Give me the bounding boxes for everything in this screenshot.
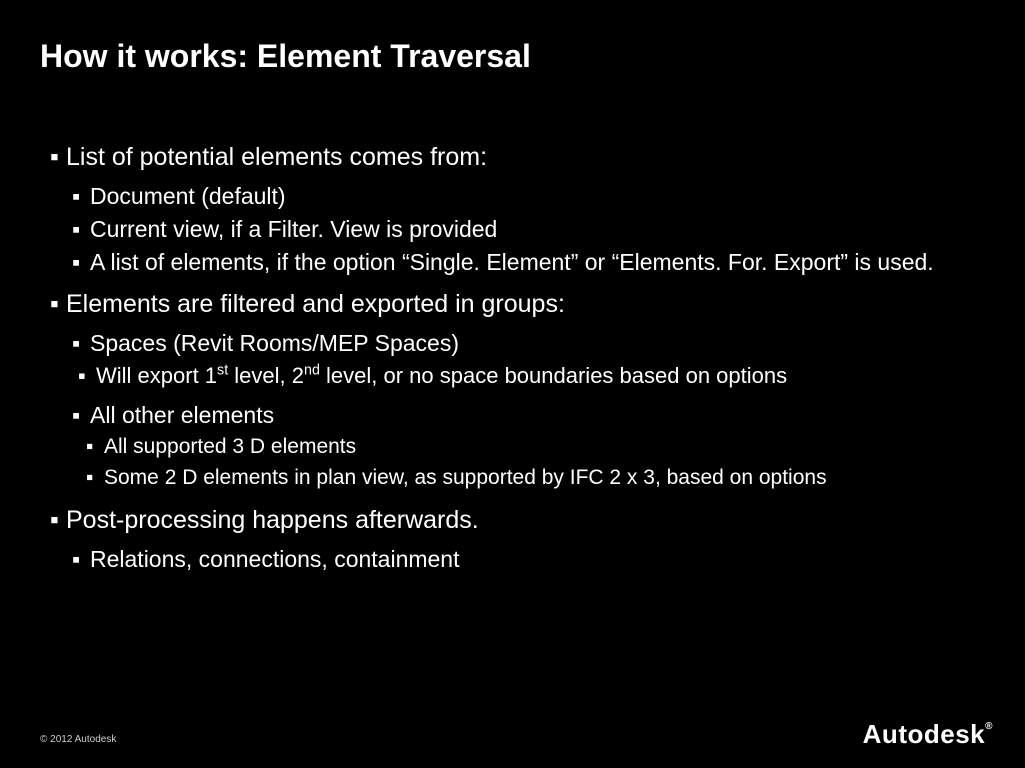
bullet-icon: ▪ (50, 433, 104, 461)
bullet-text: A list of elements, if the option “Singl… (90, 247, 985, 278)
bullet-l3: ▪ Will export 1st level, 2nd level, or n… (50, 361, 985, 391)
bullet-text: Relations, connections, containment (90, 544, 985, 575)
bullet-icon: ▪ (50, 464, 104, 492)
bullet-icon: ▪ (50, 181, 90, 212)
slide: How it works: Element Traversal ▪ List o… (0, 0, 1025, 768)
slide-title: How it works: Element Traversal (40, 38, 985, 75)
bullet-icon: ▪ (50, 361, 96, 391)
bullet-l2: ▪ All other elements (50, 400, 985, 431)
bullet-l1: ▪ List of potential elements comes from: (50, 141, 985, 175)
bullet-text: List of potential elements comes from: (66, 141, 985, 175)
bullet-text: All supported 3 D elements (104, 433, 985, 461)
copyright-footer: © 2012 Autodesk (40, 734, 116, 745)
bullet-text: Will export 1st level, 2nd level, or no … (96, 361, 985, 391)
bullet-l2: ▪ Document (default) (50, 181, 985, 212)
bullet-text: Post-processing happens afterwards. (66, 504, 985, 538)
slide-content: ▪ List of potential elements comes from:… (40, 141, 985, 575)
bullet-icon: ▪ (50, 214, 90, 245)
bullet-icon: ▪ (50, 504, 66, 538)
bullet-l2: ▪ A list of elements, if the option “Sin… (50, 247, 985, 278)
bullet-text: Current view, if a Filter. View is provi… (90, 214, 985, 245)
bullet-icon: ▪ (50, 288, 66, 322)
bullet-text: Spaces (Revit Rooms/MEP Spaces) (90, 328, 985, 359)
bullet-l2: ▪ Spaces (Revit Rooms/MEP Spaces) (50, 328, 985, 359)
bullet-icon: ▪ (50, 141, 66, 175)
bullet-icon: ▪ (50, 544, 90, 575)
bullet-l4: ▪ Some 2 D elements in plan view, as sup… (50, 464, 985, 492)
bullet-icon: ▪ (50, 247, 90, 278)
bullet-l2: ▪ Relations, connections, containment (50, 544, 985, 575)
bullet-text: All other elements (90, 400, 985, 431)
bullet-l1: ▪ Post-processing happens afterwards. (50, 504, 985, 538)
bullet-l1: ▪ Elements are filtered and exported in … (50, 288, 985, 322)
autodesk-logo: Autodesk® (863, 719, 993, 750)
bullet-text: Some 2 D elements in plan view, as suppo… (104, 464, 985, 492)
bullet-text: Document (default) (90, 181, 985, 212)
bullet-l2: ▪ Current view, if a Filter. View is pro… (50, 214, 985, 245)
bullet-text: Elements are filtered and exported in gr… (66, 288, 985, 322)
bullet-l4: ▪ All supported 3 D elements (50, 433, 985, 461)
bullet-icon: ▪ (50, 328, 90, 359)
bullet-icon: ▪ (50, 400, 90, 431)
